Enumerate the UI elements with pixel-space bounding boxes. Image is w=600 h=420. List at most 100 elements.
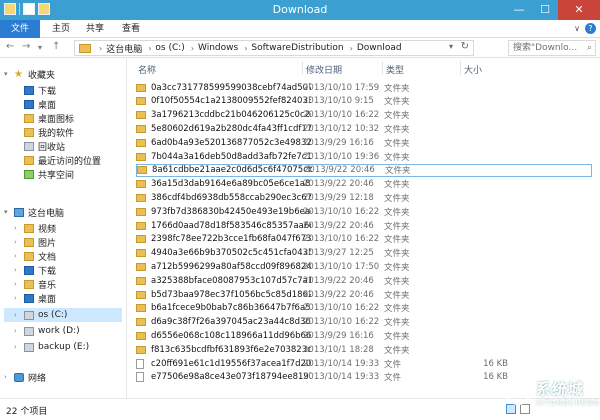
up-button[interactable]: ↑: [52, 41, 60, 52]
chevron-right-icon[interactable]: ›: [14, 311, 24, 319]
file-name: b6a1fcece9b0bab7c86b36647b7f6a57: [151, 303, 311, 314]
chevron-down-icon[interactable]: ▾: [4, 70, 14, 78]
minimize-button[interactable]: —: [506, 0, 532, 20]
nav-item-music[interactable]: › 音乐: [14, 277, 56, 291]
table-row[interactable]: f813c635bcdfbf631893f6e2e703823c 2013/10/…: [136, 343, 592, 356]
nav-item-desktop-icons[interactable]: 桌面图标: [24, 111, 74, 125]
nav-item-recycle-bin[interactable]: 回收站: [24, 139, 65, 153]
table-row[interactable]: 4940a3e66b9b370502c5c451cfa0435d 2013/9/2…: [136, 247, 592, 260]
nav-item-drive-c[interactable]: › os (C:): [4, 308, 122, 322]
nav-label: 文档: [38, 252, 57, 263]
pane-divider[interactable]: [126, 59, 127, 398]
breadcrumb-softwaredistribution[interactable]: SoftwareDistribution: [251, 43, 343, 53]
nav-item-my-software[interactable]: 我的软件: [24, 125, 74, 139]
folder-icon: [136, 304, 146, 313]
table-row[interactable]: a325388bface08087953c107d57c7a10 2013/9/2…: [136, 274, 592, 287]
documents-folder-icon: [24, 251, 34, 261]
table-row[interactable]: 1766d0aad78d18f583546c85357aa6cc 2013/9/2…: [136, 219, 592, 232]
file-date: 2013/9/22 20:46: [303, 179, 374, 190]
table-row[interactable]: d6a9c38f7f26a397045ac23a44c8d360 2013/10/…: [136, 316, 592, 329]
table-row[interactable]: 0a3cc731778599599038cebf74ad5078 2013/10/…: [136, 81, 592, 94]
help-icon[interactable]: ?: [585, 23, 596, 34]
chevron-right-icon[interactable]: ›: [14, 280, 24, 288]
close-button[interactable]: ✕: [558, 0, 600, 20]
column-divider[interactable]: [382, 61, 383, 75]
tab-view[interactable]: 查看: [116, 20, 146, 38]
nav-item-videos[interactable]: › 视频: [14, 221, 56, 235]
column-header-name[interactable]: 名称: [138, 63, 156, 76]
table-row[interactable]: 2398fc78ee722b3cce1fb68fa047f673 2013/10/…: [136, 233, 592, 246]
file-list: 名称 修改日期 类型 大小 0a3cc731778599599038cebf74…: [130, 59, 600, 398]
table-row[interactable]: c20ff691e61c1d19556f37acea1f7d20... 2013/…: [136, 357, 592, 370]
table-row[interactable]: 5e80602d619a2b280dc4fa43ff1cdf17 2013/10/…: [136, 122, 592, 135]
breadcrumb-os-c[interactable]: os (C:): [155, 43, 184, 53]
file-type: 文件夹: [384, 318, 410, 329]
table-row[interactable]: 0f10f50554c1a2138009552fef824033 2013/10/…: [136, 95, 592, 108]
table-row[interactable]: 973fb7d386830b42450e493e19b6eadc 2013/10/…: [136, 205, 592, 218]
column-header-size[interactable]: 大小: [464, 63, 482, 76]
expand-ribbon-icon[interactable]: ∨: [574, 24, 580, 33]
recent-locations-icon[interactable]: ▾: [38, 43, 42, 52]
file-name: 0f10f50554c1a2138009552fef824033: [151, 96, 311, 107]
nav-item-pc-desktop[interactable]: › 桌面: [14, 291, 56, 305]
tab-file[interactable]: 文件: [0, 20, 40, 38]
chevron-right-icon[interactable]: ›: [14, 252, 24, 260]
watermark-subtext: XITONGCHENG.COM: [536, 399, 600, 407]
chevron-right-icon[interactable]: ›: [14, 327, 24, 335]
chevron-right-icon[interactable]: ›: [4, 373, 14, 381]
table-row[interactable]: a712b5996299a80af58ccd09f896824a 2013/10/…: [136, 260, 592, 273]
nav-item-drive-e[interactable]: › backup (E:): [14, 340, 89, 354]
table-row[interactable]: 3a1796213cddbc21b046206125c0c2c1 2013/10/…: [136, 109, 592, 122]
file-date: 2013/10/10 16:22: [303, 110, 380, 121]
breadcrumb-download[interactable]: Download: [357, 43, 402, 53]
table-row[interactable]: b5d73baa978ec37f1056bc5c85d18628 2013/9/2…: [136, 288, 592, 301]
table-row[interactable]: 6ad0b4a93e520136877052c3e4983230 2013/9/2…: [136, 136, 592, 149]
chevron-right-icon[interactable]: ›: [14, 224, 24, 232]
tab-share[interactable]: 共享: [80, 20, 110, 38]
chevron-right-icon[interactable]: ›: [14, 238, 24, 246]
chevron-right-icon[interactable]: ›: [14, 294, 24, 302]
address-input[interactable]: › 这台电脑 › os (C:) › Windows › SoftwareDis…: [74, 40, 474, 56]
folder-icon: [136, 331, 146, 340]
file-name: 7b044a3a16deb50d8add3afb72fe7c18: [151, 151, 311, 162]
search-icon[interactable]: ⌕: [587, 41, 592, 55]
nav-network[interactable]: › 网络: [4, 370, 46, 384]
breadcrumb-windows[interactable]: Windows: [198, 43, 238, 53]
file-name: e77506e98a8ce43e073f18794ee8197...: [151, 372, 311, 383]
nav-item-desktop[interactable]: 桌面: [24, 97, 56, 111]
folder-icon: [136, 152, 146, 161]
table-row[interactable]: 386cdf4bd6938db558ccab290ec3c674 2013/9/2…: [136, 191, 592, 204]
refresh-icon[interactable]: ↻: [461, 41, 469, 52]
tab-home[interactable]: 主页: [46, 20, 76, 38]
column-divider[interactable]: [302, 61, 303, 75]
search-input[interactable]: 搜索"Downlo... ⌕: [508, 40, 596, 56]
address-dropdown-icon[interactable]: ▾: [449, 42, 453, 51]
nav-item-shared-space[interactable]: 共享空间: [24, 167, 74, 181]
nav-item-pictures[interactable]: › 图片: [14, 235, 56, 249]
nav-item-recent-places[interactable]: 最近访问的位置: [24, 153, 101, 167]
nav-item-documents[interactable]: › 文档: [14, 249, 56, 263]
chevron-right-icon[interactable]: ›: [14, 343, 24, 351]
breadcrumb-this-pc[interactable]: 这台电脑: [106, 42, 142, 55]
column-header-type[interactable]: 类型: [386, 63, 404, 76]
back-button[interactable]: ←: [6, 41, 14, 52]
nav-item-drive-d[interactable]: › work (D:): [14, 324, 80, 338]
chevron-down-icon[interactable]: ▾: [4, 208, 14, 216]
table-row[interactable]: 8a61cdbbe21aae2c0d6d5c6f47075cb5 2013/9/2…: [136, 163, 592, 177]
column-divider[interactable]: [460, 61, 461, 75]
nav-this-pc[interactable]: ▾ 这台电脑: [4, 205, 64, 219]
table-row[interactable]: d6556e068c108c118966a11dd96b6608 2013/9/2…: [136, 329, 592, 342]
nav-favorites[interactable]: ▾ ★ 收藏夹: [4, 67, 55, 81]
nav-item-downloads[interactable]: 下载: [24, 83, 56, 97]
table-row[interactable]: 7b044a3a16deb50d8add3afb72fe7c18 2013/10/…: [136, 150, 592, 163]
forward-button[interactable]: →: [22, 41, 30, 52]
column-header-date[interactable]: 修改日期: [306, 63, 342, 76]
nav-item-pc-downloads[interactable]: › 下载: [14, 263, 56, 277]
nav-label: 图片: [38, 238, 57, 249]
table-row[interactable]: b6a1fcece9b0bab7c86b36647b7f6a57 2013/10/…: [136, 302, 592, 315]
chevron-right-icon[interactable]: ›: [14, 266, 24, 274]
table-row[interactable]: 36a15d3dab9164e6a89bc05e6ce1a815 2013/9/2…: [136, 178, 592, 191]
maximize-button[interactable]: ☐: [532, 0, 558, 20]
folder-icon: [24, 127, 34, 137]
file-icon: [136, 358, 144, 369]
